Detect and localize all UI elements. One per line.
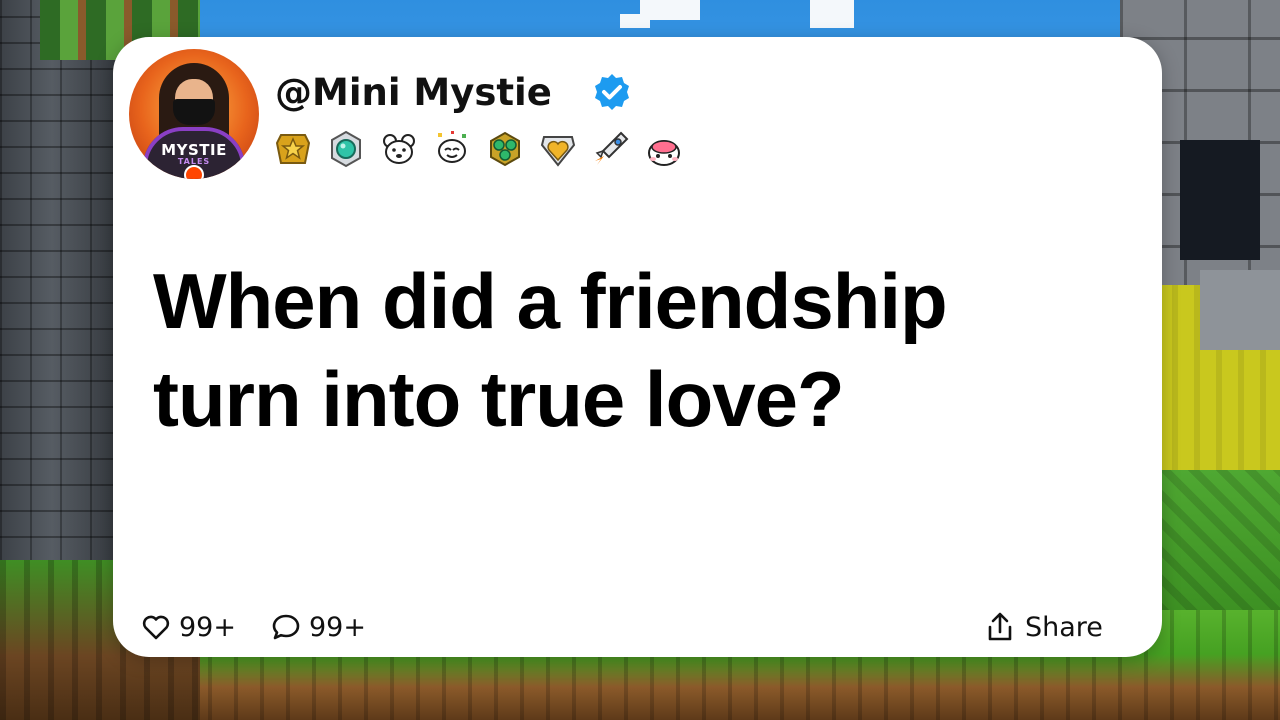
avatar-mask bbox=[173, 99, 215, 125]
avatar[interactable]: MYSTIE TALES bbox=[129, 49, 259, 179]
rocket-award-icon[interactable] bbox=[591, 129, 631, 169]
bear-award-icon[interactable] bbox=[379, 129, 419, 169]
gem-award-icon[interactable] bbox=[326, 129, 366, 169]
post-card: MYSTIE TALES @Mini Mystie When did a fri… bbox=[113, 37, 1162, 657]
question-line-2: turn into true love? bbox=[153, 355, 845, 443]
cake-award-icon[interactable] bbox=[644, 129, 684, 169]
reddit-badge-icon bbox=[184, 165, 204, 179]
awards-row bbox=[273, 129, 684, 169]
cloud bbox=[620, 14, 650, 28]
comment-count: 99+ bbox=[309, 611, 366, 643]
gold-star-award-icon[interactable] bbox=[273, 129, 313, 169]
cloud bbox=[810, 0, 854, 28]
heart-icon bbox=[142, 615, 170, 640]
like-count: 99+ bbox=[179, 611, 236, 643]
username[interactable]: @Mini Mystie bbox=[275, 67, 552, 119]
comment-icon bbox=[272, 614, 300, 640]
share-button[interactable]: Share bbox=[983, 607, 1103, 647]
like-button[interactable]: 99+ bbox=[141, 607, 236, 647]
share-icon bbox=[988, 612, 1012, 641]
stone-block bbox=[1200, 270, 1280, 350]
confetti-award-icon[interactable] bbox=[432, 129, 472, 169]
question-line-1: When did a friendship bbox=[153, 257, 948, 345]
verified-badge-icon bbox=[595, 74, 629, 110]
share-label: Share bbox=[1025, 611, 1103, 643]
heart-award-icon[interactable] bbox=[538, 129, 578, 169]
comment-button[interactable]: 99+ bbox=[271, 607, 366, 647]
leaf-award-icon[interactable] bbox=[485, 129, 525, 169]
post-question: When did a friendship turn into true lov… bbox=[153, 252, 1133, 448]
wall-window bbox=[1180, 140, 1260, 260]
